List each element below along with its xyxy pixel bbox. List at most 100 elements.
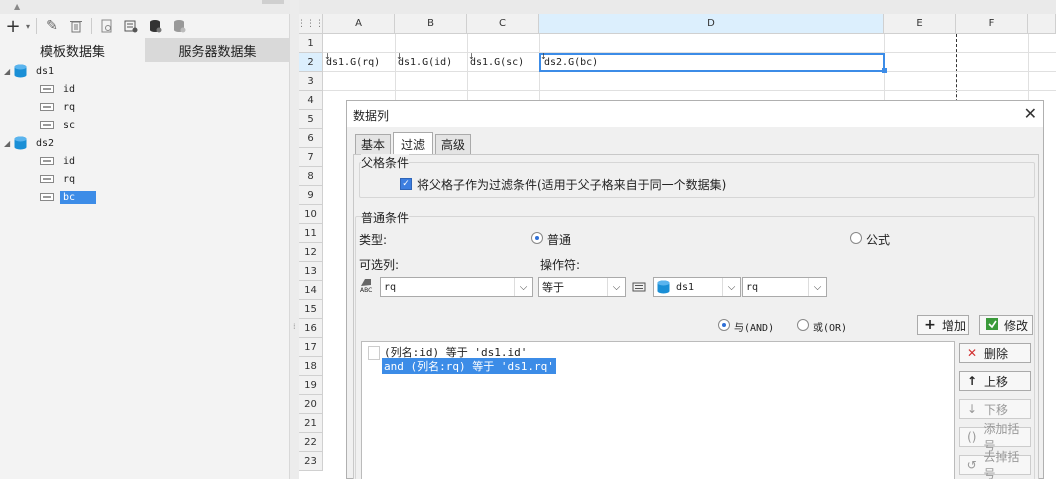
row-header[interactable]: 16 <box>299 319 323 338</box>
add-dataset-icon[interactable]: + <box>5 16 20 37</box>
tab-template-datasets[interactable]: 模板数据集 <box>0 38 145 62</box>
dataset-settings-icon[interactable] <box>122 17 140 35</box>
row-header[interactable]: 22 <box>299 433 323 452</box>
row-header[interactable]: 21 <box>299 414 323 433</box>
delete-button[interactable]: ✕ 删除 <box>959 343 1031 363</box>
scroll-up-icon[interactable]: ▲ <box>14 2 20 11</box>
modify-icon <box>984 317 1000 334</box>
chevron-down-icon[interactable]: ⌵ <box>808 278 826 296</box>
tree-field-selected[interactable]: bc <box>40 188 96 206</box>
dataset-tabs: 模板数据集 服务器数据集 <box>0 38 290 62</box>
cell-D2-selected[interactable]: ds2.G(bc) <box>539 53 885 72</box>
fill-handle[interactable] <box>882 68 887 73</box>
column-header-selected[interactable]: D <box>539 14 884 34</box>
move-down-button[interactable]: ↓ 下移 <box>959 399 1031 419</box>
radio-and[interactable] <box>718 319 730 331</box>
close-icon[interactable]: ✕ <box>1024 104 1037 123</box>
row-header[interactable]: 11 <box>299 224 323 243</box>
sheet-top-bar <box>299 0 1056 14</box>
tab-advanced[interactable]: 高级 <box>435 134 471 154</box>
field-icon <box>40 85 54 93</box>
move-up-button[interactable]: ↑ 上移 <box>959 371 1031 391</box>
column-header[interactable]: C <box>467 14 539 34</box>
chevron-down-icon[interactable]: ⌵ <box>722 278 740 296</box>
radio-formula[interactable] <box>850 232 862 244</box>
cell-C2[interactable]: ds1.G(sc) <box>467 53 539 72</box>
column-select-value: rq <box>384 281 397 293</box>
tree-field[interactable]: sc <box>40 116 78 134</box>
row-header[interactable]: 13 <box>299 262 323 281</box>
remove-bracket-button[interactable]: ↺ 去掉括号 <box>959 450 1031 479</box>
edit-icon[interactable]: ✎ <box>43 17 61 35</box>
column-header[interactable]: F <box>956 14 1028 34</box>
select-all-corner[interactable]: ⋮⋮⋮ <box>297 14 324 34</box>
row-header[interactable]: 12 <box>299 243 323 262</box>
database-icon[interactable] <box>146 17 164 35</box>
row-header[interactable]: 6 <box>299 129 323 148</box>
preview-icon[interactable] <box>98 17 116 35</box>
dataset-select-value: ds1 <box>676 281 695 293</box>
chevron-down-icon[interactable]: ⌵ <box>514 278 532 296</box>
tree-field[interactable]: id <box>40 152 78 170</box>
delete-button-label: 删除 <box>984 346 1009 361</box>
row-header[interactable]: 7 <box>299 148 323 167</box>
row-header[interactable]: 10 <box>299 205 323 224</box>
value-type-icon[interactable] <box>632 280 648 297</box>
row-header[interactable]: 8 <box>299 167 323 186</box>
delete-icon[interactable] <box>67 17 85 35</box>
add-bracket-button[interactable]: () 添加括号 <box>959 422 1031 453</box>
expand-down-icon: ↓ <box>468 52 475 61</box>
add-condition-button[interactable]: + 增加 <box>917 315 969 335</box>
cell-B2[interactable]: ds1.G(id) <box>395 53 467 72</box>
radio-normal[interactable] <box>531 232 543 244</box>
column-header[interactable]: A <box>323 14 395 34</box>
operator-select[interactable]: 等于 ⌵ <box>538 277 626 297</box>
dataset-select[interactable]: ds1 ⌵ <box>653 277 741 297</box>
column-type-icon[interactable]: ABC <box>359 277 377 295</box>
column-select[interactable]: rq ⌵ <box>380 277 533 297</box>
expand-icon[interactable]: ◢ <box>4 67 14 76</box>
radio-or[interactable] <box>797 319 809 331</box>
parent-filter-checkbox[interactable]: ✓ <box>400 178 412 190</box>
row-header[interactable]: 18 <box>299 357 323 376</box>
tab-basic[interactable]: 基本 <box>355 134 391 154</box>
tree-field[interactable]: id <box>40 80 78 98</box>
chevron-down-icon[interactable]: ⌵ <box>607 278 625 296</box>
row-header[interactable]: 20 <box>299 395 323 414</box>
row-header[interactable]: 3 <box>299 72 323 91</box>
row-header[interactable]: 17 <box>299 338 323 357</box>
row-header[interactable]: 9 <box>299 186 323 205</box>
tree-field[interactable]: rq <box>40 170 78 188</box>
dialog-titlebar[interactable] <box>347 101 1043 127</box>
cell-A2[interactable]: ds1.G(rq) <box>323 53 395 72</box>
condition-item-selected[interactable]: and (列名:rq) 等于 'ds1.rq' <box>382 358 556 374</box>
dataset-name: ds1 <box>36 65 55 77</box>
panel-scrollbar[interactable]: ▲ <box>0 0 290 14</box>
scroll-thumb[interactable] <box>262 0 284 4</box>
condition-list[interactable]: (列名:id) 等于 'ds1.id' and (列名:rq) 等于 'ds1.… <box>361 341 955 479</box>
chevron-down-icon[interactable]: ▾ <box>26 22 30 31</box>
tree-field[interactable]: rq <box>40 98 78 116</box>
column-header[interactable]: E <box>884 14 956 34</box>
server-database-icon[interactable] <box>170 17 188 35</box>
row-header[interactable]: 19 <box>299 376 323 395</box>
field-name: rq <box>63 101 76 113</box>
row-header[interactable]: 14 <box>299 281 323 300</box>
modify-condition-button[interactable]: 修改 <box>979 315 1033 335</box>
row-header[interactable]: 1 <box>299 34 323 53</box>
row-header[interactable]: 23 <box>299 452 323 471</box>
row-header-selected[interactable]: 2 <box>299 53 323 72</box>
tree-dataset-ds2[interactable]: ◢ ds2 <box>4 134 57 152</box>
column-header[interactable]: B <box>395 14 467 34</box>
tree-dataset-ds1[interactable]: ◢ ds1 <box>4 62 57 80</box>
expand-icon[interactable]: ◢ <box>4 139 14 148</box>
tab-server-datasets[interactable]: 服务器数据集 <box>145 38 290 62</box>
value-column-select[interactable]: rq ⌵ <box>742 277 827 297</box>
row-header[interactable]: 15 <box>299 300 323 319</box>
row-header[interactable]: 5 <box>299 110 323 129</box>
field-name: id <box>63 83 76 95</box>
tab-filter[interactable]: 过滤 <box>393 132 433 155</box>
row-header[interactable]: 4 <box>299 91 323 110</box>
column-header-blank[interactable] <box>1028 14 1056 34</box>
panel-splitter[interactable]: ⁞ <box>290 0 299 479</box>
